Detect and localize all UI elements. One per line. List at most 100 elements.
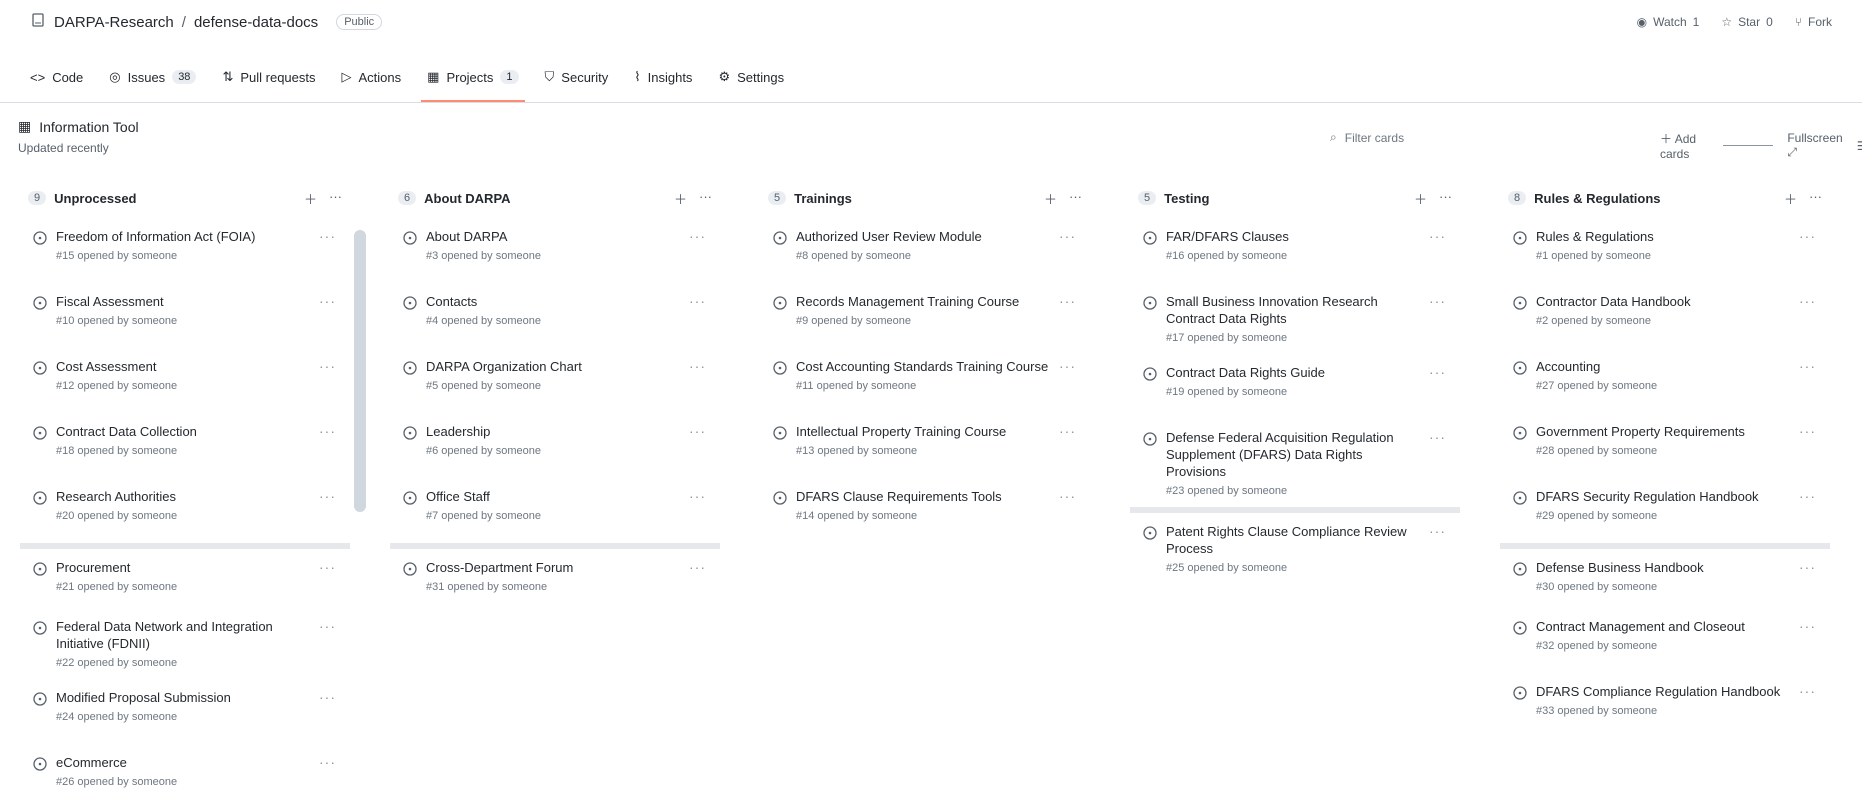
card-menu-icon[interactable]: ··· (1059, 488, 1076, 504)
card-title[interactable]: Cost Assessment (56, 358, 310, 375)
card[interactable]: Leadership #6 opened by someone ··· (390, 413, 720, 478)
card[interactable]: Contacts #4 opened by someone ··· (390, 283, 720, 348)
card[interactable]: DFARS Clause Requirements Tools #14 opene… (760, 478, 1090, 543)
card[interactable]: Freedom of Information Act (FOIA) #15 ope… (20, 218, 350, 283)
add-card-icon[interactable]: ＋ (1044, 189, 1057, 208)
card-title[interactable]: FAR/DFARS Clauses (1166, 228, 1420, 245)
card-title[interactable]: Contract Data Rights Guide (1166, 364, 1420, 381)
card[interactable]: Fiscal Assessment #10 opened by someone ··… (20, 283, 350, 348)
card[interactable]: Small Business Innovation Research Contr… (1130, 283, 1460, 354)
column-scrollbar[interactable] (354, 230, 366, 512)
card-menu-icon[interactable]: ··· (1799, 228, 1816, 244)
card-menu-icon[interactable]: ··· (1059, 358, 1076, 374)
card[interactable]: Defense Business Handbook #30 opened by s… (1500, 543, 1830, 608)
card[interactable]: Research Authorities #20 opened by someon… (20, 478, 350, 543)
card[interactable]: DARPA Organization Chart #5 opened by som… (390, 348, 720, 413)
card-menu-icon[interactable]: ··· (689, 358, 706, 374)
card-title[interactable]: Modified Proposal Submission (56, 689, 310, 706)
card-menu-icon[interactable]: ··· (1799, 559, 1816, 575)
card[interactable]: Modified Proposal Submission #24 opened b… (20, 679, 350, 744)
card-menu-icon[interactable]: ··· (1799, 293, 1816, 309)
tab-issues[interactable]: ◎ Issues 38 (109, 52, 197, 102)
tab-pull-requests[interactable]: ⇅ Pull requests (222, 52, 315, 102)
card-title[interactable]: Records Management Training Course (796, 293, 1050, 310)
card-title[interactable]: Freedom of Information Act (FOIA) (56, 228, 310, 245)
card-menu-icon[interactable]: ··· (1429, 429, 1446, 445)
card[interactable]: Intellectual Property Training Course #13… (760, 413, 1090, 478)
card-menu-icon[interactable]: ··· (319, 689, 336, 705)
card-title[interactable]: Procurement (56, 559, 310, 576)
card-menu-icon[interactable]: ··· (1429, 523, 1446, 539)
card-menu-icon[interactable]: ··· (319, 618, 336, 634)
card-title[interactable]: Office Staff (426, 488, 680, 505)
card-menu-icon[interactable]: ··· (1429, 228, 1446, 244)
card-title[interactable]: DARPA Organization Chart (426, 358, 680, 375)
tab-security[interactable]: ⛉ Security (545, 52, 609, 102)
card-menu-icon[interactable]: ··· (1059, 293, 1076, 309)
card-menu-icon[interactable]: ··· (1799, 683, 1816, 699)
card-menu-icon[interactable]: ··· (319, 559, 336, 575)
add-card-icon[interactable]: ＋ (1784, 189, 1797, 208)
card-menu-icon[interactable]: ··· (689, 293, 706, 309)
card[interactable]: Cross-Department Forum #31 opened by some… (390, 543, 720, 608)
add-cards-button[interactable]: ＋ Add cards (1660, 130, 1709, 161)
tab-settings[interactable]: ⚙ Settings (718, 52, 784, 102)
card[interactable]: Office Staff #7 opened by someone ··· (390, 478, 720, 543)
card-title[interactable]: Contract Management and Closeout (1536, 618, 1790, 635)
card-menu-icon[interactable]: ··· (689, 423, 706, 439)
filter-cards-input[interactable]: ⌕ Filter cards (1330, 130, 1404, 145)
card-title[interactable]: DFARS Security Regulation Handbook (1536, 488, 1790, 505)
add-card-icon[interactable]: ＋ (304, 189, 317, 208)
card[interactable]: Procurement #21 opened by someone ··· (20, 543, 350, 608)
repo-owner-link[interactable]: DARPA-Research (54, 14, 174, 31)
card-title[interactable]: Defense Business Handbook (1536, 559, 1790, 576)
card[interactable]: Records Management Training Course #9 ope… (760, 283, 1090, 348)
card-menu-icon[interactable]: ··· (319, 488, 336, 504)
tab-insights[interactable]: ⌇ Insights (634, 52, 692, 102)
card[interactable]: Patent Rights Clause Compliance Review P… (1130, 507, 1460, 584)
card-title[interactable]: Cross-Department Forum (426, 559, 680, 576)
card-menu-icon[interactable]: ··· (319, 358, 336, 374)
card-menu-icon[interactable]: ··· (689, 228, 706, 244)
column-menu-icon[interactable]: ··· (1069, 189, 1082, 208)
card-menu-icon[interactable]: ··· (1059, 423, 1076, 439)
tab-projects[interactable]: ▦ Projects 1 (421, 52, 525, 102)
column-menu-icon[interactable]: ··· (699, 189, 712, 208)
add-card-icon[interactable]: ＋ (1414, 189, 1427, 208)
card-title[interactable]: Leadership (426, 423, 680, 440)
card-menu-icon[interactable]: ··· (1429, 364, 1446, 380)
card-title[interactable]: Intellectual Property Training Course (796, 423, 1050, 440)
card[interactable]: About DARPA #3 opened by someone ··· (390, 218, 720, 283)
card[interactable]: eCommerce #26 opened by someone ··· (20, 744, 350, 809)
card[interactable]: Contractor Data Handbook #2 opened by som… (1500, 283, 1830, 348)
project-title[interactable]: Information Tool (39, 119, 138, 135)
column-menu-icon[interactable]: ··· (1809, 189, 1822, 208)
card[interactable]: Contract Data Rights Guide #19 opened by … (1130, 354, 1460, 419)
card-menu-icon[interactable]: ··· (319, 228, 336, 244)
menu-icon[interactable]: ☰ (1857, 139, 1862, 153)
card-title[interactable]: eCommerce (56, 754, 310, 771)
card-title[interactable]: Fiscal Assessment (56, 293, 310, 310)
card-title[interactable]: Patent Rights Clause Compliance Review P… (1166, 523, 1420, 557)
card[interactable]: Contract Management and Closeout #32 open… (1500, 608, 1830, 673)
card-title[interactable]: Defense Federal Acquisition Regulation S… (1166, 429, 1420, 480)
star-button[interactable]: ☆ Star 0 (1721, 15, 1772, 29)
column-menu-icon[interactable]: ··· (1439, 189, 1452, 208)
card[interactable]: DFARS Security Regulation Handbook #29 op… (1500, 478, 1830, 543)
card[interactable]: Defense Federal Acquisition Regulation S… (1130, 419, 1460, 507)
card[interactable]: Cost Assessment #12 opened by someone ··· (20, 348, 350, 413)
card-menu-icon[interactable]: ··· (319, 754, 336, 770)
card-title[interactable]: Federal Data Network and Integration Ini… (56, 618, 310, 652)
card-menu-icon[interactable]: ··· (1799, 423, 1816, 439)
repo-name-link[interactable]: defense-data-docs (194, 14, 318, 31)
card[interactable]: Contract Data Collection #18 opened by so… (20, 413, 350, 478)
column-menu-icon[interactable]: ··· (329, 189, 342, 208)
card-title[interactable]: Government Property Requirements (1536, 423, 1790, 440)
card-title[interactable]: Rules & Regulations (1536, 228, 1790, 245)
card-menu-icon[interactable]: ··· (1429, 293, 1446, 309)
card-title[interactable]: Authorized User Review Module (796, 228, 1050, 245)
card-title[interactable]: Contractor Data Handbook (1536, 293, 1790, 310)
card-title[interactable]: Contract Data Collection (56, 423, 310, 440)
watch-button[interactable]: ◉ Watch 1 (1637, 15, 1700, 29)
card[interactable]: Federal Data Network and Integration Ini… (20, 608, 350, 679)
